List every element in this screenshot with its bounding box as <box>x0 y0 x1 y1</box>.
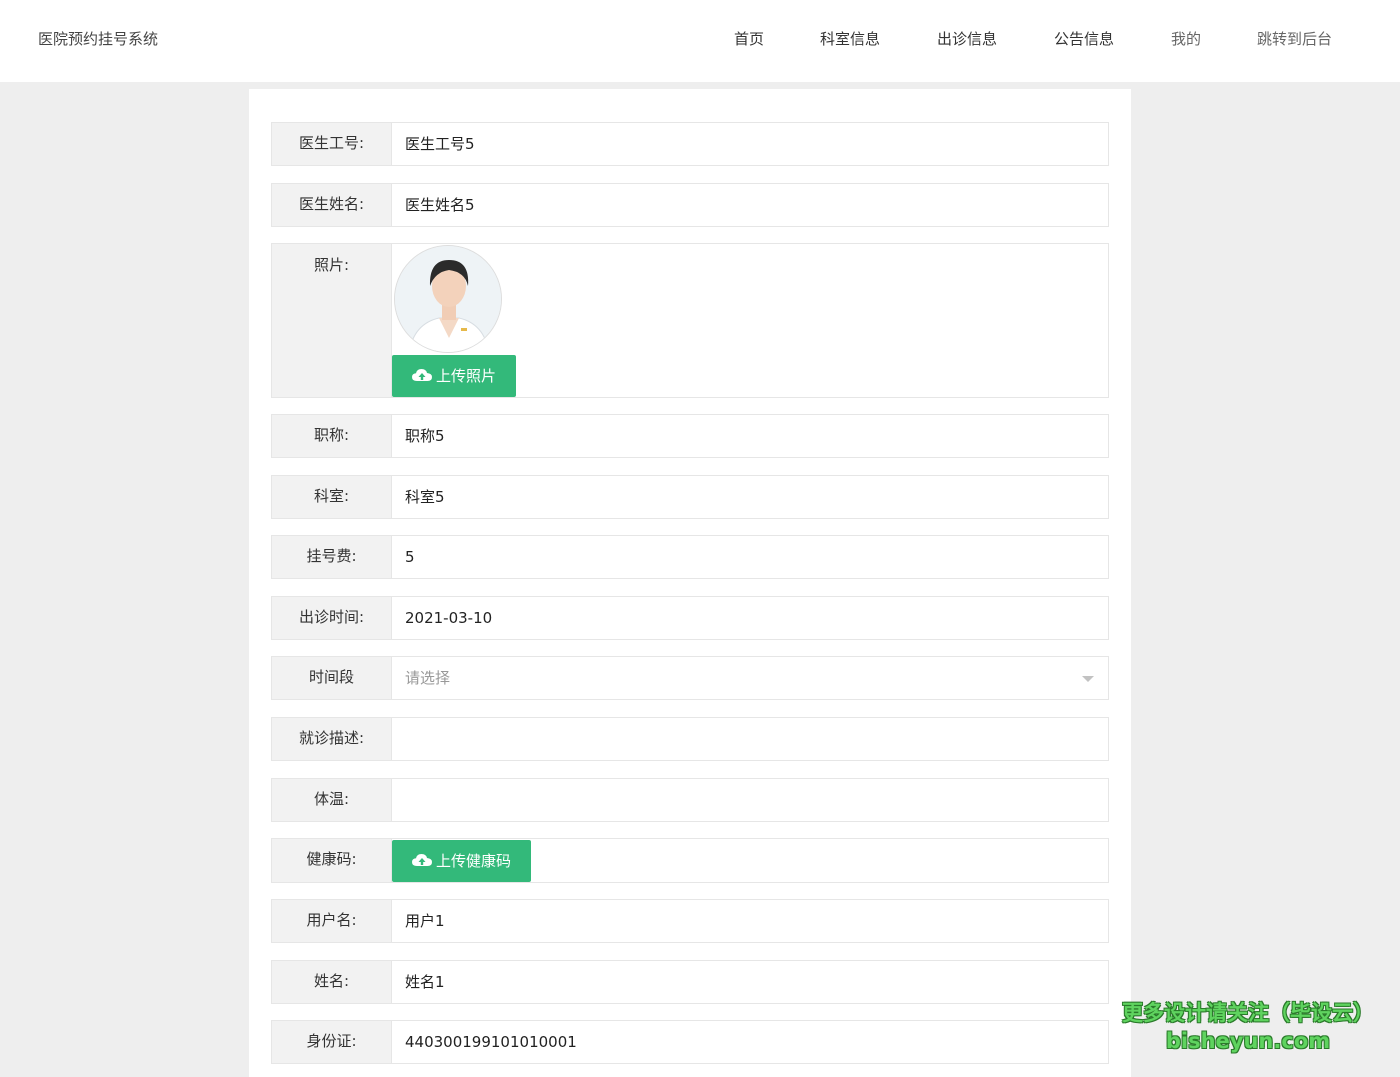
top-header: 医院预约挂号系统 首页 科室信息 出诊信息 公告信息 我的 跳转到后台 <box>0 0 1400 82</box>
label-username: 用户名: <box>272 900 392 942</box>
upload-photo-label: 上传照片 <box>436 367 497 385</box>
chevron-down-icon[interactable] <box>1082 676 1094 682</box>
id-card-input[interactable]: 440300199101010001 <box>393 1021 1108 1063</box>
title-input[interactable]: 职称5 <box>393 415 1108 457</box>
label-doctor-name: 医生姓名: <box>272 184 392 226</box>
upload-health-code-label: 上传健康码 <box>436 852 512 870</box>
upload-photo-button[interactable]: 上传照片 <box>392 355 517 398</box>
label-health-code: 健康码: <box>272 839 392 882</box>
doctor-id-input[interactable]: 医生工号5 <box>393 123 1108 165</box>
visit-date-input[interactable]: 2021-03-10 <box>393 597 1108 639</box>
doctor-name-input[interactable]: 医生姓名5 <box>393 184 1108 226</box>
nav-admin[interactable]: 跳转到后台 <box>1257 28 1332 50</box>
nav-mine[interactable]: 我的 <box>1171 28 1201 50</box>
department-input[interactable]: 科室5 <box>393 476 1108 518</box>
doctor-portrait-icon <box>395 246 501 352</box>
nav-home[interactable]: 首页 <box>734 28 764 50</box>
row-username: 用户名: 用户1 <box>271 899 1109 943</box>
row-fee: 挂号费: 5 <box>271 535 1109 579</box>
row-id-card: 身份证: 440300199101010001 <box>271 1020 1109 1064</box>
row-name: 姓名: 姓名1 <box>271 960 1109 1004</box>
label-photo: 照片: <box>272 244 392 397</box>
row-photo: 照片: 上传照片 <box>271 243 1109 398</box>
watermark: 更多设计请关注（毕设云） bisheyun.com <box>1118 998 1378 1054</box>
main-nav: 首页 科室信息 出诊信息 公告信息 我的 跳转到后台 <box>0 28 1400 50</box>
row-health-code: 健康码: 上传健康码 <box>271 838 1109 883</box>
label-description: 就诊描述: <box>272 718 392 760</box>
row-time-slot: 时间段 请选择 <box>271 656 1109 700</box>
cloud-upload-icon <box>412 356 432 398</box>
doctor-photo <box>394 245 502 353</box>
time-slot-select[interactable]: 请选择 <box>393 657 1108 699</box>
row-temperature: 体温: <box>271 778 1109 822</box>
nav-departments[interactable]: 科室信息 <box>820 28 880 50</box>
label-department: 科室: <box>272 476 392 518</box>
nav-schedule[interactable]: 出诊信息 <box>937 28 997 50</box>
watermark-line-2: bisheyun.com <box>1165 1029 1331 1053</box>
username-input[interactable]: 用户1 <box>393 900 1108 942</box>
nav-notices[interactable]: 公告信息 <box>1054 28 1114 50</box>
description-input[interactable] <box>393 718 1108 760</box>
label-fee: 挂号费: <box>272 536 392 578</box>
row-description: 就诊描述: <box>271 717 1109 761</box>
label-visit-date: 出诊时间: <box>272 597 392 639</box>
cloud-upload-icon <box>412 841 432 883</box>
row-visit-date: 出诊时间: 2021-03-10 <box>271 596 1109 640</box>
label-temperature: 体温: <box>272 779 392 821</box>
label-title: 职称: <box>272 415 392 457</box>
label-doctor-id: 医生工号: <box>272 123 392 165</box>
watermark-line-1: 更多设计请关注（毕设云） <box>1122 1001 1374 1025</box>
fee-input[interactable]: 5 <box>393 536 1108 578</box>
label-time-slot: 时间段 <box>272 657 392 699</box>
temperature-input[interactable] <box>393 779 1108 821</box>
label-name: 姓名: <box>272 961 392 1003</box>
row-department: 科室: 科室5 <box>271 475 1109 519</box>
name-input[interactable]: 姓名1 <box>393 961 1108 1003</box>
label-id-card: 身份证: <box>272 1021 392 1063</box>
row-doctor-name: 医生姓名: 医生姓名5 <box>271 183 1109 227</box>
row-doctor-id: 医生工号: 医生工号5 <box>271 122 1109 166</box>
upload-health-code-button[interactable]: 上传健康码 <box>392 840 532 883</box>
row-title: 职称: 职称5 <box>271 414 1109 458</box>
